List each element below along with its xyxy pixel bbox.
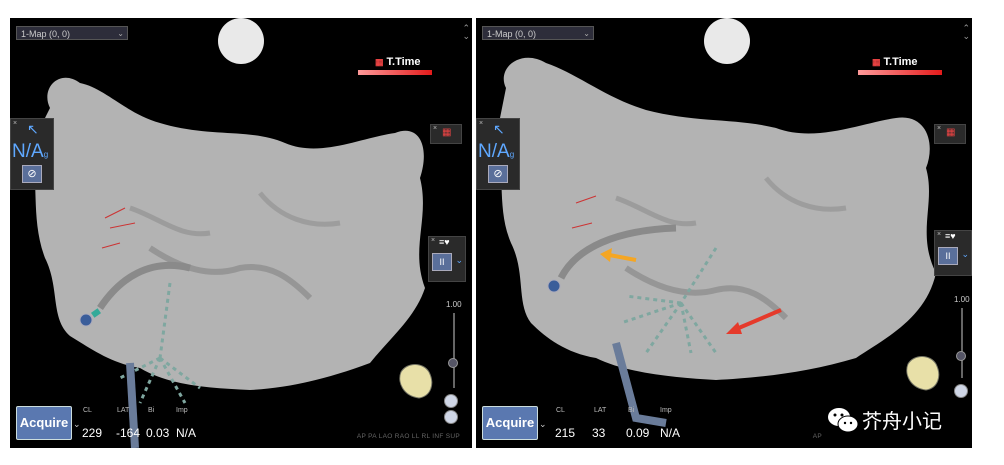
imp-header: Imp	[176, 407, 188, 414]
grid-tool-panel: × ▦	[934, 124, 966, 144]
playback-tool-panel: × ≡♥ II ⌄	[428, 236, 466, 282]
map-dropdown[interactable]: 1-Map (0, 0) ⌄	[16, 26, 128, 40]
ttime-legend: ▦ T.Time	[872, 56, 918, 68]
wechat-icon	[828, 408, 859, 433]
bi-value: 0.09	[626, 426, 650, 440]
wechat-watermark: 芥舟小记	[826, 403, 976, 435]
view-presets[interactable]: AP	[813, 433, 822, 440]
filter-heart-icon[interactable]: ≡♥	[945, 231, 956, 241]
scroll-arrows-icon[interactable]: ⌃ ⌄	[462, 24, 470, 41]
lat-value: -164	[116, 426, 141, 440]
chevron-down-icon[interactable]: ⌄	[73, 419, 81, 430]
map-dropdown-label: 1-Map (0, 0)	[21, 29, 71, 39]
close-icon[interactable]: ×	[13, 120, 17, 127]
right-map-panel: 1-Map (0, 0) ⌄ ⌃ ⌄ ▦ T.Time × ↖ N/Ag ⊘ × ▦…	[476, 18, 972, 448]
catheter-overlay	[547, 224, 782, 427]
ttime-label: T.Time	[386, 56, 421, 68]
slider-top-value: 1.00	[446, 300, 462, 309]
reset-view-button[interactable]	[444, 410, 458, 424]
map-dropdown-label: 1-Map (0, 0)	[487, 29, 537, 39]
na-label: N/A	[12, 141, 44, 162]
orientation-sphere	[704, 18, 750, 64]
cursor-arrow-icon[interactable]: ↖	[493, 121, 505, 138]
pause-button[interactable]: II	[938, 247, 958, 265]
ttime-grid-icon: ▦	[375, 57, 384, 67]
chevron-down-icon[interactable]: ⌄	[455, 255, 463, 266]
ttime-grid-icon: ▦	[872, 57, 881, 67]
no-entry-button[interactable]: ⊘	[488, 165, 508, 183]
bi-value: 0.03	[146, 426, 170, 440]
ttime-label: T.Time	[883, 56, 918, 68]
bi-header: Bi	[148, 407, 155, 414]
opacity-slider[interactable]	[961, 308, 963, 378]
close-icon[interactable]: ×	[479, 120, 483, 127]
chevron-down-icon: ⌄	[117, 29, 124, 38]
cursor-arrow-icon[interactable]: ↖	[27, 121, 39, 138]
heart-orientation-icon[interactable]	[393, 352, 437, 400]
filter-heart-icon[interactable]: ≡♥	[439, 237, 450, 247]
red-arrow-icon	[726, 322, 742, 334]
na-subscript: g	[509, 150, 515, 159]
orange-arrow-icon	[600, 248, 612, 262]
point-grid-icon[interactable]: ▦	[442, 127, 451, 138]
acquire-button[interactable]: Acquire	[482, 406, 538, 440]
na-value: N/Ag	[12, 141, 48, 163]
cl-header: CL	[83, 407, 92, 414]
na-subscript: g	[43, 150, 49, 159]
grid-tool-panel: × ▦	[430, 124, 462, 144]
cl-value: 215	[555, 426, 576, 440]
cl-header: CL	[556, 407, 565, 414]
bi-header: Bi	[628, 407, 635, 414]
chevron-down-icon[interactable]: ⌄	[961, 249, 969, 260]
imp-value: N/A	[660, 426, 681, 440]
heart-orientation-icon[interactable]	[900, 344, 944, 392]
ttime-color-bar	[358, 70, 432, 75]
ttime-legend: ▦ T.Time	[375, 56, 421, 68]
left-map-panel: 1-Map (0, 0) ⌄ ⌃ ⌄ ▦ T.Time × ↖ N/Ag ⊘ × ▦…	[10, 18, 472, 448]
slider-top-value: 1.00	[954, 295, 970, 304]
slider-knob[interactable]	[448, 358, 458, 368]
lat-value: 33	[592, 426, 606, 440]
no-entry-button[interactable]: ⊘	[22, 165, 42, 183]
na-tool-panel: × ↖ N/Ag ⊘	[10, 118, 54, 190]
map-dropdown[interactable]: 1-Map (0, 0) ⌄	[482, 26, 594, 40]
na-value: N/Ag	[478, 141, 514, 163]
scroll-arrows-icon[interactable]: ⌃ ⌄	[962, 24, 970, 41]
cl-value: 229	[82, 426, 103, 440]
pause-button[interactable]: II	[432, 253, 452, 271]
close-icon[interactable]: ×	[937, 231, 941, 238]
opacity-slider[interactable]	[453, 313, 455, 388]
close-icon[interactable]: ×	[433, 125, 437, 132]
imp-header: Imp	[660, 407, 672, 414]
imp-value: N/A	[176, 426, 197, 440]
na-label: N/A	[478, 141, 510, 162]
na-tool-panel: × ↖ N/Ag ⊘	[476, 118, 520, 190]
rotate-down-button[interactable]	[954, 384, 968, 398]
chevron-down-icon[interactable]: ⌄	[539, 419, 547, 430]
acquire-button[interactable]: Acquire	[16, 406, 72, 440]
lat-header: LAT	[117, 407, 130, 414]
orientation-sphere	[218, 18, 264, 64]
ttime-color-bar	[858, 70, 942, 75]
rotate-down-button[interactable]	[444, 394, 458, 408]
close-icon[interactable]: ×	[431, 237, 435, 244]
watermark-text: 芥舟小记	[862, 409, 942, 433]
view-presets[interactable]: AP PA LAO RAO LL RL INF SUP	[357, 433, 460, 440]
close-icon[interactable]: ×	[937, 125, 941, 132]
point-grid-icon[interactable]: ▦	[946, 127, 955, 138]
chevron-down-icon: ⌄	[583, 29, 590, 38]
slider-knob[interactable]	[956, 351, 966, 361]
playback-tool-panel: × ≡♥ II ⌄	[934, 230, 972, 276]
lat-header: LAT	[594, 407, 607, 414]
